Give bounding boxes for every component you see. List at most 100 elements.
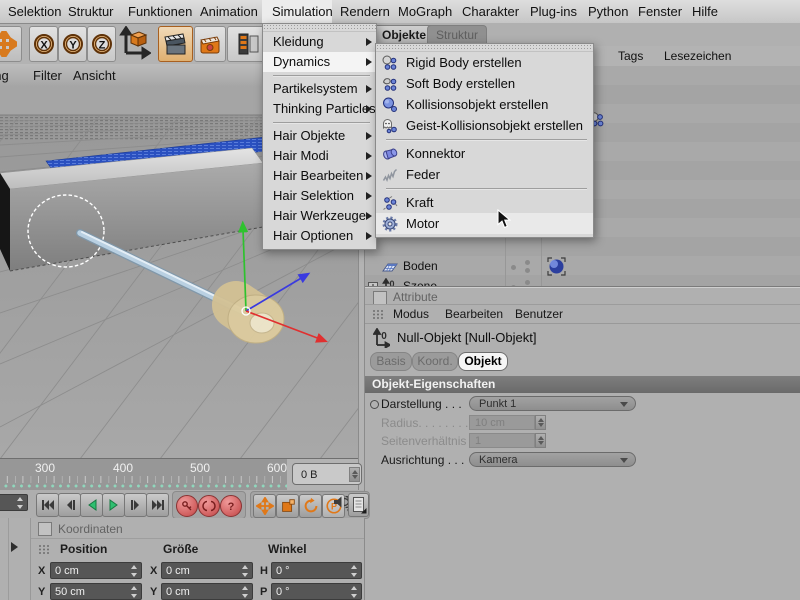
menu-item-kraft[interactable]: Kraft xyxy=(376,192,593,213)
menu-item-dynamics[interactable]: Dynamics xyxy=(263,52,376,72)
x-axis-lock-button[interactable]: X xyxy=(29,26,58,62)
menu-charakter[interactable]: Charakter xyxy=(462,0,519,23)
seitenverhaeltnis-field[interactable]: 1 xyxy=(469,433,535,448)
render-visibility-dot[interactable] xyxy=(525,268,530,273)
tab-objekte[interactable]: Objekte xyxy=(373,25,436,45)
rigid-body-tag-icon[interactable] xyxy=(547,257,566,276)
size-x-input[interactable] xyxy=(166,563,229,578)
viewport-menu-filter[interactable]: Filter xyxy=(33,64,62,87)
radius-field[interactable]: 10 cm xyxy=(469,415,535,430)
visibility-dot[interactable] xyxy=(511,265,516,270)
angle-p-input[interactable] xyxy=(276,584,339,599)
menu-item-hair-objekte[interactable]: Hair Objekte xyxy=(263,126,376,146)
keyframe-selection-button[interactable]: ? xyxy=(220,495,242,517)
attr-menu-benutzer[interactable]: Benutzer xyxy=(515,305,563,323)
frame-stepper[interactable] xyxy=(349,467,360,482)
play-backwards-button[interactable] xyxy=(80,493,103,517)
attr-tab-basis[interactable]: Basis xyxy=(370,352,412,371)
move-tool-button[interactable] xyxy=(0,26,22,62)
seitenverhaeltnis-stepper[interactable] xyxy=(535,433,546,448)
object-label-boden[interactable]: Boden xyxy=(403,259,438,273)
angle-p-stepper[interactable] xyxy=(349,585,360,598)
radius-stepper[interactable] xyxy=(535,415,546,430)
goto-end-button[interactable] xyxy=(146,493,169,517)
panel-grip-icon[interactable] xyxy=(372,309,384,319)
menu-python[interactable]: Python xyxy=(588,0,628,23)
menu-item-hair-werkzeuge[interactable]: Hair Werkzeuge xyxy=(263,206,376,226)
menu-item-hair-modi[interactable]: Hair Modi xyxy=(263,146,376,166)
size-x-field[interactable] xyxy=(161,562,253,579)
next-frame-button[interactable] xyxy=(124,493,147,517)
panel-grip-icon[interactable] xyxy=(38,544,50,554)
menu-plugins[interactable]: Plug-ins xyxy=(530,0,577,23)
angle-h-field[interactable] xyxy=(271,562,362,579)
menu-tearoff-strip[interactable] xyxy=(263,24,376,32)
render-view-button[interactable] xyxy=(158,26,193,62)
menu-hilfe[interactable]: Hilfe xyxy=(692,0,718,23)
size-y-input[interactable] xyxy=(166,584,229,599)
menu-item-motor[interactable]: Motor xyxy=(376,213,593,234)
autokeying-button[interactable] xyxy=(198,495,220,517)
menu-mograph[interactable]: MoGraph xyxy=(398,0,452,23)
pos-y-field[interactable] xyxy=(50,583,142,600)
menu-item-hair-bearbeiten[interactable]: Hair Bearbeiten xyxy=(263,166,376,186)
menu-item-partikelsystem[interactable]: Partikelsystem xyxy=(263,79,376,99)
pos-y-stepper[interactable] xyxy=(129,585,140,598)
ausrichtung-dropdown[interactable]: Kamera xyxy=(469,452,636,467)
menu-item-feder[interactable]: Feder xyxy=(376,164,593,185)
cylinder-object[interactable] xyxy=(212,281,285,344)
menu-animation[interactable]: Animation xyxy=(200,0,258,23)
coords-panel-checkbox[interactable] xyxy=(38,522,52,536)
angle-h-stepper[interactable] xyxy=(349,564,360,577)
pos-x-field[interactable] xyxy=(50,562,142,579)
size-y-field[interactable] xyxy=(161,583,253,600)
attr-tab-objekt[interactable]: Objekt xyxy=(458,352,508,371)
attr-menu-modus[interactable]: Modus xyxy=(393,305,429,323)
section-objekt-eigenschaften[interactable]: Objekt-Eigenschaften xyxy=(365,376,800,393)
record-rotation-button[interactable] xyxy=(299,494,322,518)
darstellung-dropdown[interactable]: Punkt 1 xyxy=(469,396,636,411)
menu-item-hair-optionen[interactable]: Hair Optionen xyxy=(263,226,376,246)
coordinate-system-button[interactable] xyxy=(117,25,152,60)
object-row-boden[interactable]: Boden xyxy=(365,257,800,277)
pos-x-input[interactable] xyxy=(55,563,118,578)
menu-rendern[interactable]: Rendern xyxy=(340,0,390,23)
render-settings-button[interactable] xyxy=(194,26,226,62)
angle-h-input[interactable] xyxy=(276,563,339,578)
pos-x-stepper[interactable] xyxy=(129,564,140,577)
panel-expand-arrow[interactable] xyxy=(11,542,18,552)
goto-start-button[interactable] xyxy=(36,493,59,517)
z-axis-lock-button[interactable]: Z xyxy=(87,26,116,62)
pos-y-input[interactable] xyxy=(55,584,118,599)
menu-simulation[interactable]: Simulation xyxy=(272,0,333,23)
om-menu-lesezeichen[interactable]: Lesezeichen xyxy=(664,46,731,66)
timeline-ruler[interactable]: 300 400 500 600 xyxy=(0,459,287,491)
angle-p-field[interactable] xyxy=(271,583,362,600)
viewport-menu-darstellung[interactable]: Darstellung xyxy=(0,64,9,87)
attr-tab-koord[interactable]: Koord. xyxy=(412,352,458,371)
tab-struktur[interactable]: Struktur xyxy=(427,25,488,45)
menu-item-rigid-body-erstellen[interactable]: Rigid Body erstellen xyxy=(376,52,593,73)
record-keyframe-button[interactable] xyxy=(176,495,198,517)
current-frame-field[interactable]: 0 B xyxy=(292,463,362,485)
menu-item-konnektor[interactable]: Konnektor xyxy=(376,143,593,164)
menu-item-soft-body-erstellen[interactable]: Soft Body erstellen xyxy=(376,73,593,94)
menu-item-thinking-particles[interactable]: Thinking Particles xyxy=(263,99,376,119)
menu-item-kollisionsobjekt-erstellen[interactable]: Kollisionsobjekt erstellen xyxy=(376,94,593,115)
animation-dot[interactable] xyxy=(370,400,379,409)
menu-item-hair-selektion[interactable]: Hair Selektion xyxy=(263,186,376,206)
size-y-stepper[interactable] xyxy=(240,585,251,598)
y-axis-lock-button[interactable]: Y xyxy=(58,26,87,62)
editor-visibility-dot[interactable] xyxy=(525,280,530,285)
om-menu-tags[interactable]: Tags xyxy=(618,46,643,66)
menu-fenster[interactable]: Fenster xyxy=(638,0,682,23)
keying-options-button[interactable] xyxy=(348,493,369,517)
previous-frame-button[interactable] xyxy=(58,493,81,517)
attr-panel-checkbox[interactable] xyxy=(373,291,387,305)
size-x-stepper[interactable] xyxy=(240,564,251,577)
viewport-menu-ansicht[interactable]: Ansicht xyxy=(73,64,116,87)
menu-item-geist-kollisionsobjekt-erstellen[interactable]: Geist-Kollisionsobjekt erstellen xyxy=(376,115,593,136)
editor-visibility-dot[interactable] xyxy=(525,260,530,265)
menu-selektion[interactable]: Selektion xyxy=(8,0,61,23)
menu-tearoff-strip[interactable] xyxy=(376,44,593,52)
